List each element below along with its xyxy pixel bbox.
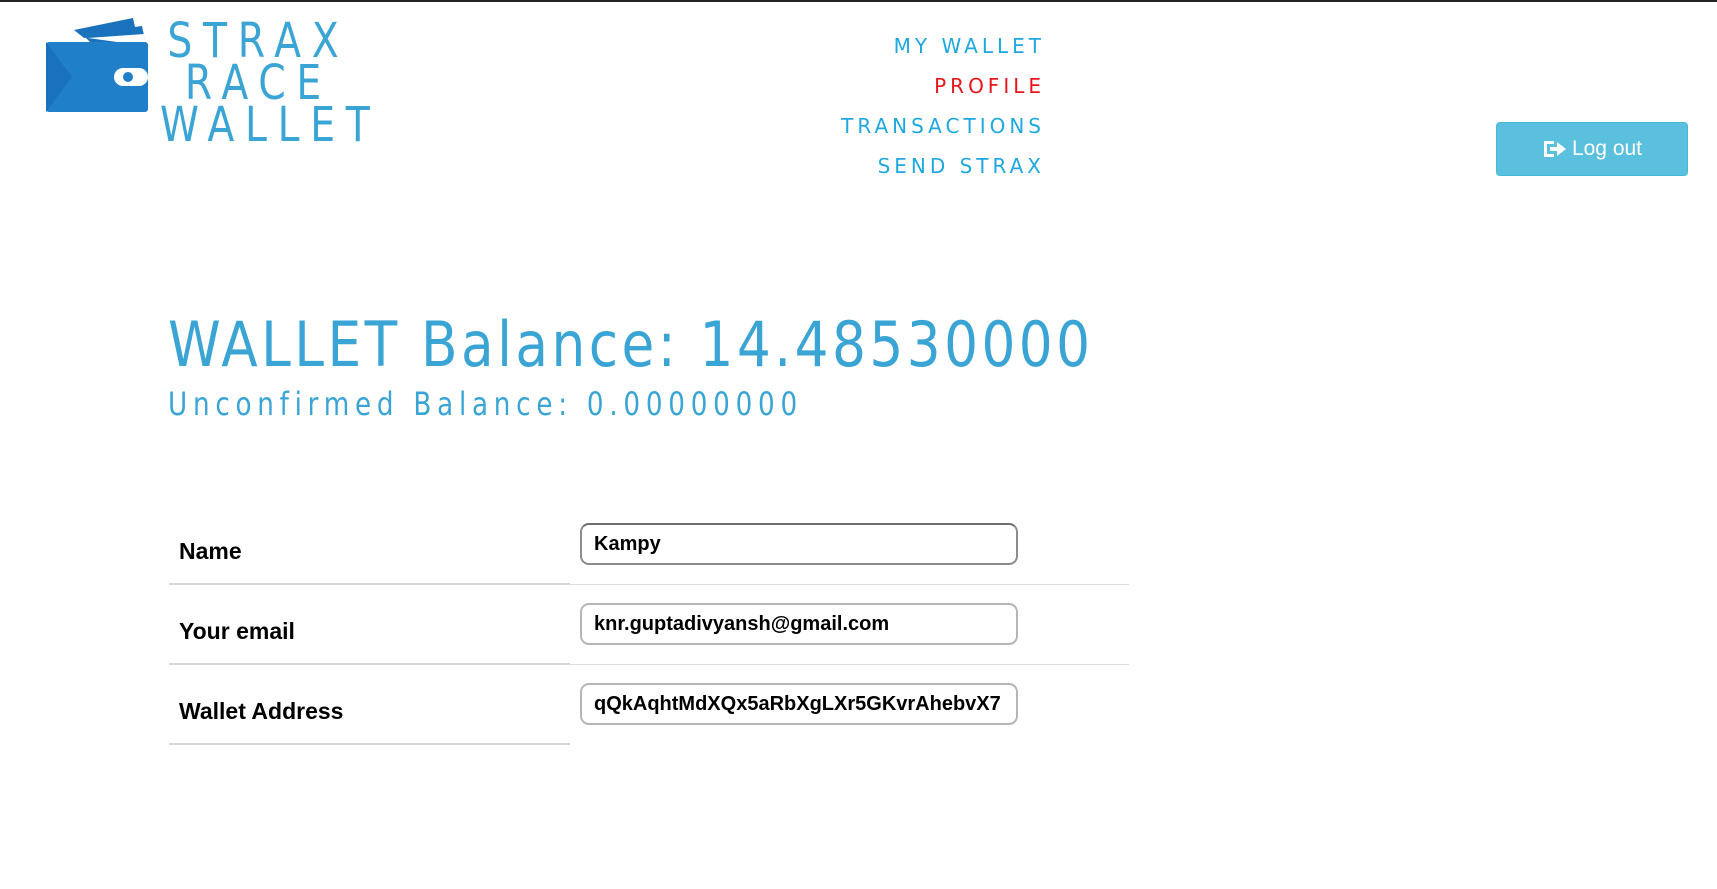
unconfirmed-balance: Unconfirmed Balance: 0.00000000 <box>168 385 803 423</box>
email-field[interactable] <box>580 603 1018 645</box>
name-cell <box>570 505 1129 585</box>
wallet-address-cell <box>570 664 1129 744</box>
nav-item-send-strax[interactable]: SEND STRAX <box>780 146 1045 186</box>
profile-table: Name Your email Wallet Address <box>169 505 1129 745</box>
main-nav: MY WALLET PROFILE TRANSACTIONS SEND STRA… <box>780 26 1045 186</box>
brand-title: STRAX RACE WALLET <box>160 17 381 153</box>
email-cell <box>570 584 1129 665</box>
name-field[interactable] <box>580 523 1018 566</box>
name-label: Name <box>169 505 570 585</box>
brand-line-wallet: WALLET <box>160 97 381 153</box>
wallet-address-field[interactable] <box>580 683 1018 726</box>
wallet-balance: WALLET Balance: 14.48530000 <box>168 308 1094 381</box>
profile-row-email: Your email <box>169 584 1129 665</box>
email-label: Your email <box>169 584 570 665</box>
log-out-icon <box>1543 141 1566 157</box>
top-border <box>0 0 1717 2</box>
profile-row-name: Name <box>169 505 1129 585</box>
nav-item-my-wallet[interactable]: MY WALLET <box>780 26 1045 66</box>
nav-item-profile[interactable]: PROFILE <box>780 66 1045 106</box>
wallet-address-label: Wallet Address <box>169 664 570 745</box>
log-out-button[interactable]: Log out <box>1496 122 1688 176</box>
profile-row-wallet-address: Wallet Address <box>169 664 1129 745</box>
nav-item-transactions[interactable]: TRANSACTIONS <box>780 106 1045 146</box>
wallet-icon <box>46 18 148 112</box>
log-out-label: Log out <box>1571 137 1643 160</box>
